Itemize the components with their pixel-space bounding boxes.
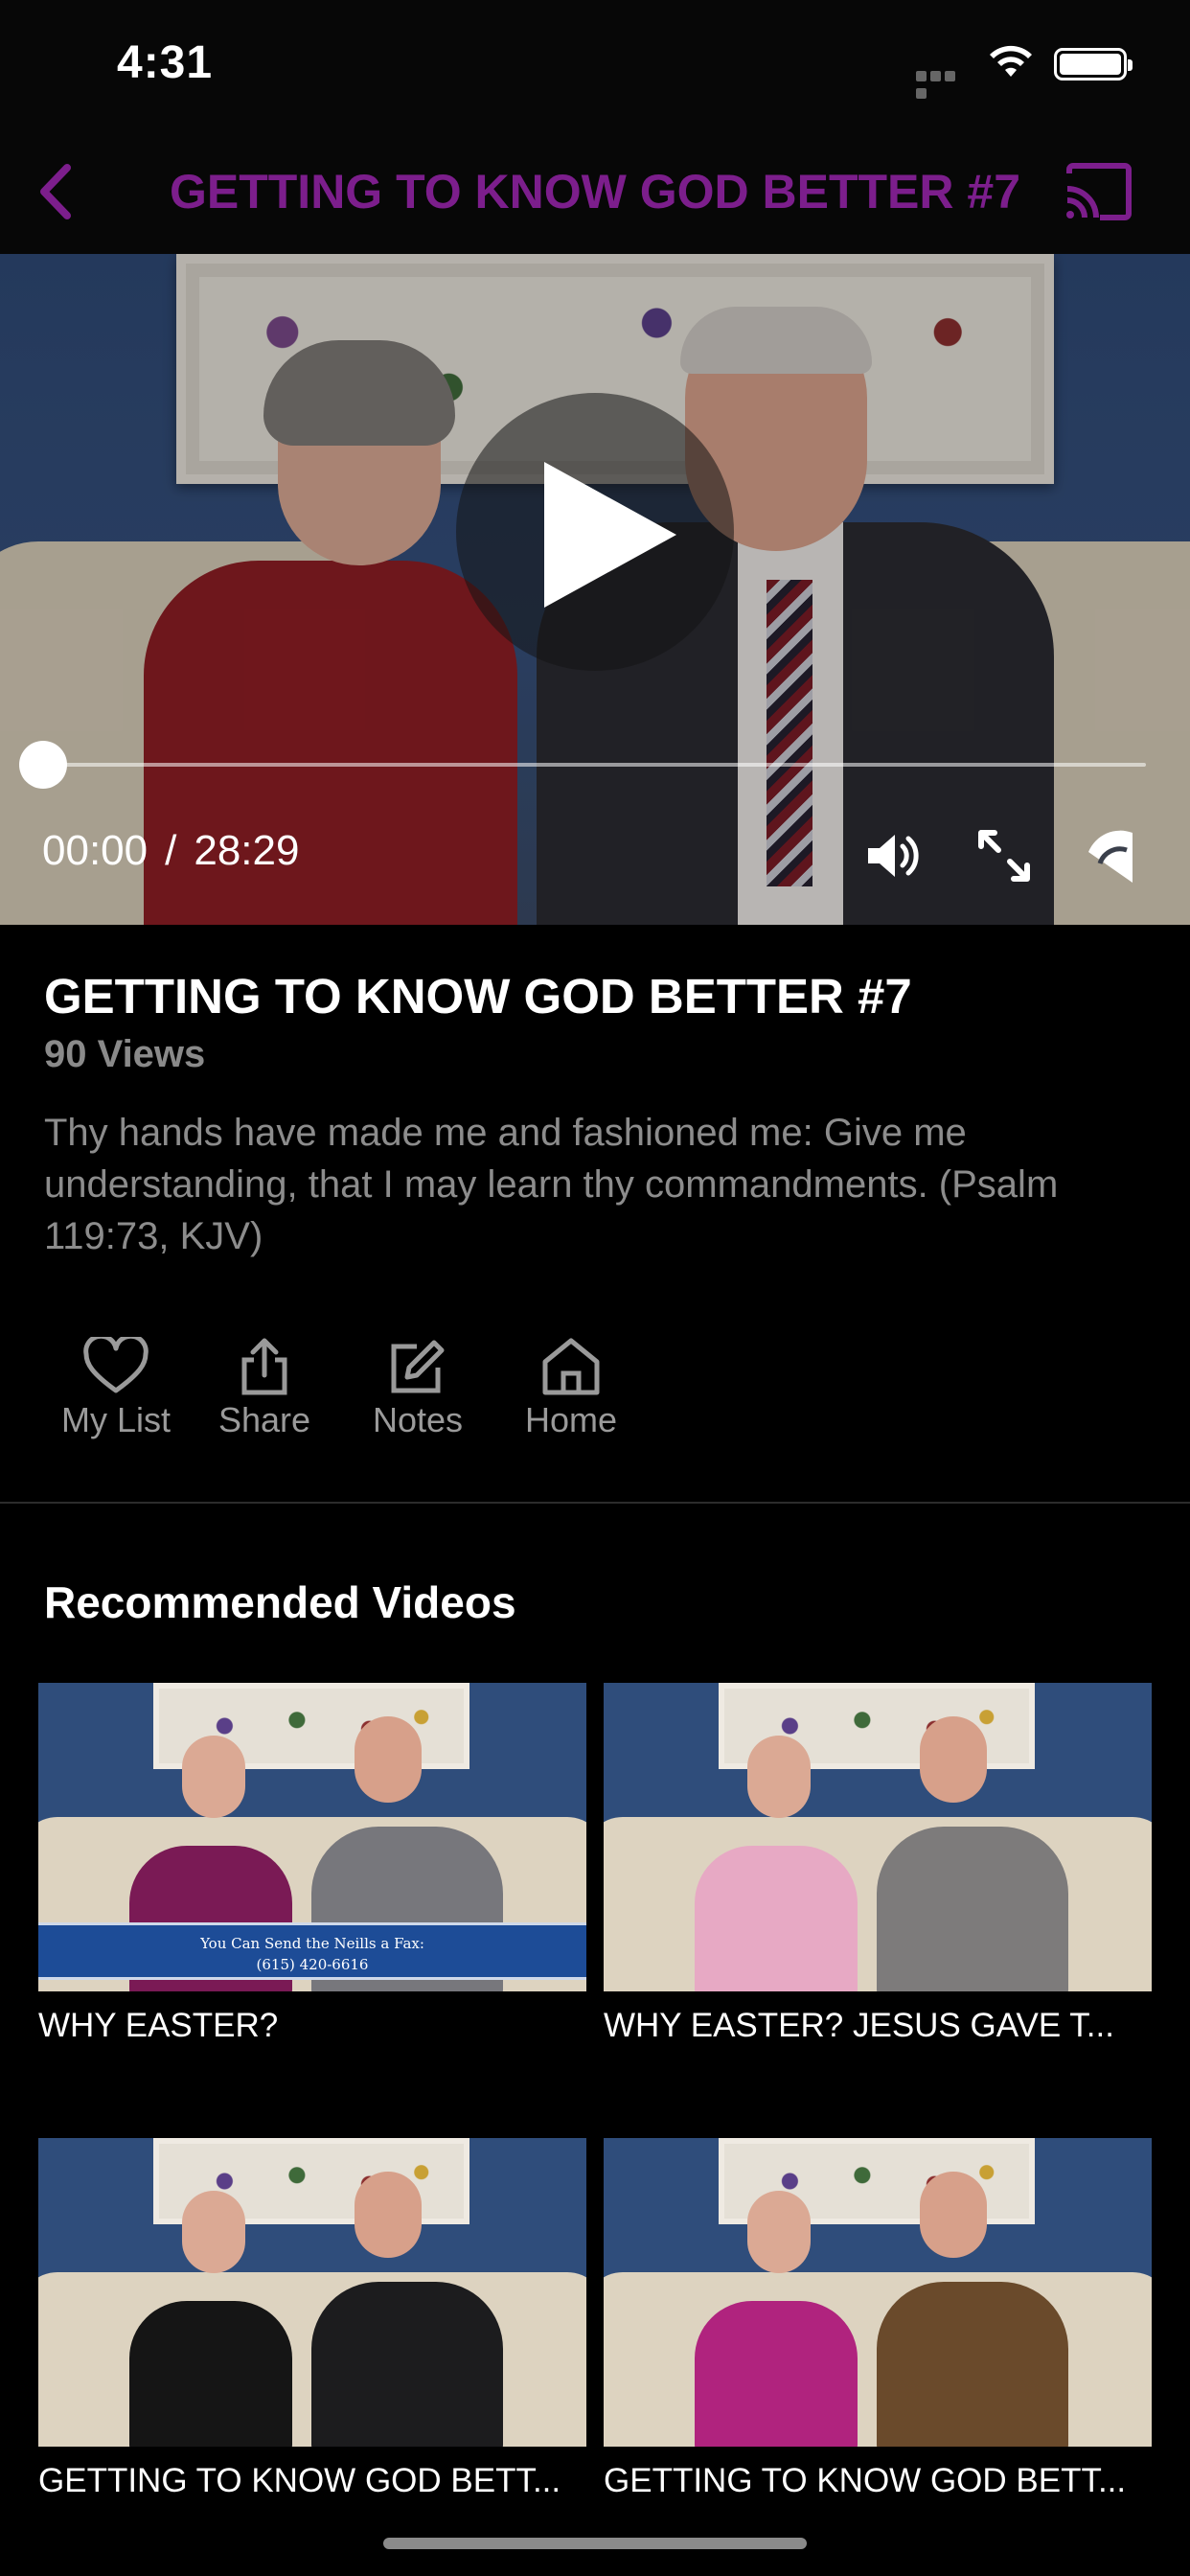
home-label: Home: [524, 1400, 618, 1439]
play-icon: [544, 462, 676, 608]
banner-line-1: You Can Send the Neills a Fax:: [200, 1935, 424, 1952]
nav-title: GETTING TO KNOW GOD BETTER #7: [169, 165, 1020, 218]
progress-scrubber[interactable]: [19, 741, 67, 789]
video-player[interactable]: 00:00 / 28:29: [0, 254, 1190, 925]
home-indicator: [383, 2538, 807, 2549]
video-title: GETTING TO KNOW GOD BETTER #7: [44, 969, 912, 1024]
home-icon: [542, 1338, 600, 1395]
recommended-video-title: GETTING TO KNOW GOD BETT...: [38, 2462, 561, 2499]
fullscreen-icon[interactable]: [975, 827, 1033, 885]
divider: [0, 1502, 1190, 1504]
heart-icon: [83, 1337, 149, 1393]
progress-bar[interactable]: [42, 763, 1146, 767]
recommended-video-title: GETTING TO KNOW GOD BETT...: [604, 2462, 1127, 2499]
recommended-video-title: WHY EASTER?: [38, 2007, 279, 2044]
my-list-label: My List: [60, 1400, 171, 1439]
video-thumbnail[interactable]: [38, 2138, 586, 2447]
banner-line-2: (615) 420-6616: [256, 1956, 369, 1973]
home-button[interactable]: Home: [494, 1337, 648, 1452]
cellular-signal-icon: [916, 69, 972, 99]
share-icon: [241, 1338, 287, 1395]
video-thumbnail[interactable]: You Can Send the Neills a Fax: (615) 420…: [38, 1683, 586, 1991]
time-display: 00:00 / 28:29: [42, 827, 299, 875]
volume-icon[interactable]: [862, 827, 920, 885]
duration: 28:29: [194, 827, 300, 874]
my-list-button[interactable]: My List: [44, 1337, 188, 1452]
recommended-video-title: WHY EASTER? JESUS GAVE T...: [604, 2007, 1114, 2044]
share-label: Share: [217, 1400, 311, 1439]
play-button[interactable]: [456, 393, 734, 671]
battery-icon: [1054, 48, 1133, 80]
nav-bar: GETTING TO KNOW GOD BETTER #7: [0, 129, 1190, 254]
status-time: 4:31: [117, 37, 214, 88]
notes-button[interactable]: Notes: [341, 1337, 494, 1452]
notes-label: Notes: [372, 1400, 464, 1439]
thumbnail-banner: You Can Send the Neills a Fax: (615) 420…: [38, 1922, 586, 1980]
action-bar: My List Share Notes Home: [44, 1337, 648, 1452]
status-bar: 4:31: [0, 0, 1190, 129]
video-description: Thy hands have made me and fashioned me:…: [44, 1112, 1059, 1257]
wifi-icon: [990, 45, 1032, 77]
airplay-icon[interactable]: [1083, 825, 1136, 886]
view-count: 90 Views: [44, 1033, 206, 1075]
video-thumbnail[interactable]: [604, 1683, 1152, 1991]
current-time: 00:00: [42, 827, 149, 874]
back-chevron-icon[interactable]: [34, 160, 77, 223]
recommended-heading: Recommended Videos: [44, 1577, 516, 1627]
share-button[interactable]: Share: [188, 1337, 341, 1452]
video-thumbnail[interactable]: [604, 2138, 1152, 2447]
time-separator: /: [165, 827, 177, 874]
edit-icon: [391, 1340, 445, 1393]
cast-icon[interactable]: [1062, 160, 1134, 223]
